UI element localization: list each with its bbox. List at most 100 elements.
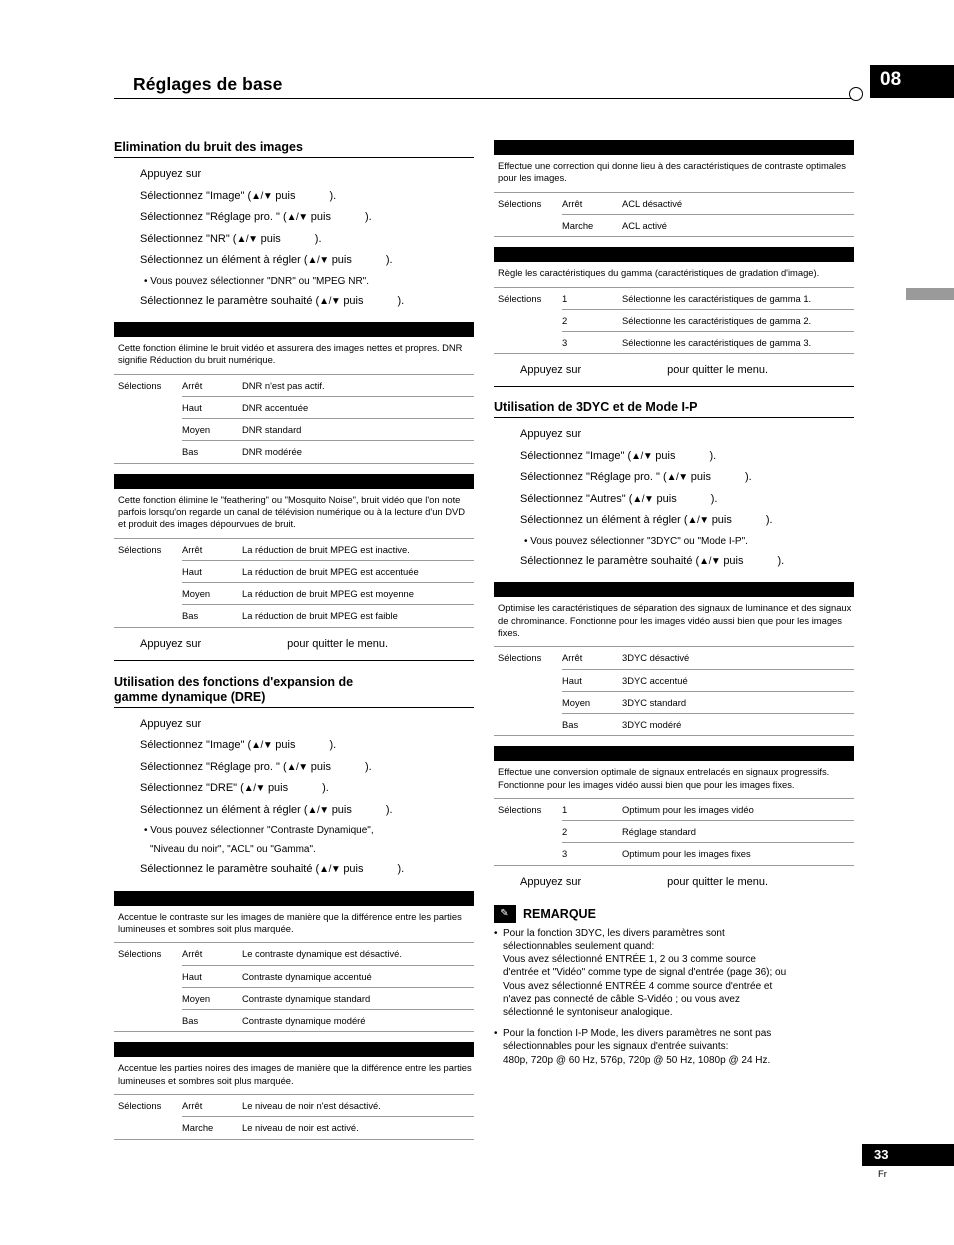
step-item: Appuyez sur	[140, 168, 202, 180]
table-caption-bar-ip-mode	[494, 746, 854, 762]
step-item: Sélectionnez "Image" (▲/▼ puis).	[520, 449, 717, 462]
option-description: Sélectionne les caractéristiques de gamm…	[622, 286, 854, 310]
option-name: Arrêt	[562, 646, 622, 670]
step-item: Sélectionnez le paramètre souhaité (▲/▼ …	[140, 863, 405, 876]
option-description: Contraste dynamique standard	[242, 987, 474, 1011]
option-description: Optimum pour les images fixes	[622, 842, 854, 866]
option-description: ACL activé	[622, 214, 854, 238]
option-description: Réglage standard	[622, 820, 854, 844]
table-caption-bar-acl	[494, 140, 854, 155]
table-col-header-selections: Sélections	[494, 646, 562, 737]
table-description-dynamic-contrast: Accentue le contraste sur les images de …	[118, 910, 462, 935]
table-col-header-selections: Sélections	[114, 537, 182, 628]
up-down-arrow-icon: ▲/▼	[286, 761, 309, 773]
option-description: La réduction de bruit MPEG est inactive.	[242, 537, 474, 562]
option-description: 3DYC standard	[622, 691, 854, 715]
section-rule	[494, 417, 854, 419]
step-item: Sélectionnez "DRE" (▲/▼ puis).	[140, 782, 329, 795]
section-title-3dyc-ip: Utilisation de 3DYC et de Mode I-P	[494, 400, 698, 415]
option-description: DNR n'est pas actif.	[242, 373, 474, 398]
section-rule	[114, 706, 474, 708]
table-col-header-selections: Sélections	[114, 942, 182, 1033]
options-table-dnr: Sélections Arrêt DNR n'est pas actif. Ha…	[114, 373, 474, 464]
option-description: DNR standard	[242, 418, 474, 442]
table-caption-bar-dnr	[114, 322, 474, 337]
option-description: ACL désactivé	[622, 191, 854, 216]
step-note: • Vous pouvez sélectionner "DNR" ou "MPE…	[144, 275, 370, 287]
step-item: Sélectionnez un élément à régler (▲/▼ pu…	[520, 514, 773, 527]
section-title-dre: Utilisation des fonctions d'expansion de…	[114, 674, 354, 704]
table-col-header-selections: Sélections	[494, 286, 562, 355]
step-item: Sélectionnez le paramètre souhaité (▲/▼ …	[520, 554, 785, 567]
up-down-arrow-icon: ▲/▼	[699, 555, 721, 567]
exit-instruction-1: Appuyez sur pour quitter le menu.	[140, 637, 389, 650]
option-description: Sélectionne les caractéristiques de gamm…	[622, 309, 854, 333]
up-down-arrow-icon: ▲/▼	[251, 190, 273, 202]
options-table-gamma: Sélections 1 Sélectionne les caractérist…	[494, 286, 854, 355]
table-description-gamma: Règle les caractéristiques du gamma (car…	[498, 267, 820, 279]
section-divider	[494, 386, 854, 388]
option-description: Optimum pour les images vidéo	[622, 798, 854, 822]
option-description: Le contraste dynamique est désactivé.	[242, 942, 474, 966]
side-tab-marker	[906, 288, 954, 300]
table-col-header-selections: Sélections	[114, 1094, 182, 1140]
option-description: 3DYC désactivé	[622, 646, 854, 670]
up-down-arrow-icon: ▲/▼	[319, 864, 341, 876]
note-header: ✎ REMARQUE	[494, 904, 854, 923]
option-name: 1	[562, 798, 622, 822]
up-down-arrow-icon: ▲/▼	[632, 493, 654, 505]
option-name: Arrêt	[182, 373, 242, 398]
up-down-arrow-icon: ▲/▼	[243, 783, 266, 795]
steps-list-3dyc: Appuyez sur Sélectionnez "Image" (▲/▼ pu…	[520, 424, 854, 572]
option-description: La réduction de bruit MPEG est faible	[242, 604, 474, 628]
table-row: Sélections Arrêt La réduction de bruit M…	[114, 537, 474, 628]
step-item: Appuyez sur	[520, 428, 582, 441]
options-table-mpeg-nr: Sélections Arrêt La réduction de bruit M…	[114, 537, 474, 628]
option-name: 2	[562, 309, 622, 333]
header-rule	[114, 98, 854, 99]
table-col-header-selections: Sélections	[114, 373, 182, 464]
option-description: 3DYC accentué	[622, 669, 854, 692]
option-name: Arrêt	[182, 1094, 242, 1118]
steps-list-dre: Appuyez sur Sélectionnez "Image" (▲/▼ pu…	[140, 714, 474, 881]
option-description: DNR accentuée	[242, 396, 474, 420]
chapter-number: 08	[880, 69, 902, 90]
chapter-number-badge: 08	[870, 65, 954, 98]
page-number: 33	[874, 1147, 889, 1162]
up-down-arrow-icon: ▲/▼	[307, 804, 330, 816]
language-code: Fr	[878, 1169, 887, 1180]
step-note-continued: "Niveau du noir", "ACL" ou "Gamma".	[150, 844, 316, 856]
step-note: • Vous pouvez sélectionner "3DYC" ou "Mo…	[524, 535, 748, 547]
option-description: Le niveau de noir n'est désactivé.	[242, 1094, 474, 1118]
table-caption-bar-3dyc	[494, 582, 854, 598]
option-name: Bas	[182, 1009, 242, 1033]
up-down-arrow-icon: ▲/▼	[687, 515, 710, 527]
exit-instruction-3: Appuyez sur pour quitter le menu.	[520, 875, 769, 888]
option-name: 3	[562, 331, 622, 355]
table-caption-bar-black-level	[114, 1042, 474, 1058]
step-item: Sélectionnez "Réglage pro. " (▲/▼ puis).	[140, 211, 372, 223]
notes-list: Pour la fonction 3DYC, les divers paramè…	[494, 927, 854, 1067]
step-item: Sélectionnez un élément à régler (▲/▼ pu…	[140, 803, 393, 816]
table-description-acl: Effectue une correction qui donne lieu à…	[498, 160, 846, 184]
section-divider	[114, 659, 474, 661]
option-name: Marche	[562, 214, 622, 238]
option-name: Moyen	[182, 418, 242, 442]
option-description: La réduction de bruit MPEG est moyenne	[242, 582, 474, 606]
page-number-badge: 33	[862, 1144, 954, 1166]
right-column: Effectue une correction qui donne lieu à…	[494, 140, 854, 1075]
step-item: Sélectionnez "NR" (▲/▼ puis).	[140, 232, 322, 245]
step-item: Sélectionnez "Réglage pro. " (▲/▼ puis).	[520, 471, 752, 484]
step-item: Sélectionnez "Autres" (▲/▼ puis).	[520, 492, 718, 505]
option-name: Bas	[182, 440, 242, 464]
up-down-arrow-icon: ▲/▼	[236, 233, 258, 245]
options-table-dynamic-contrast: Sélections Arrêt Le contraste dynamique …	[114, 942, 474, 1033]
option-name: Moyen	[182, 582, 242, 606]
pencil-glyph: ✎	[500, 907, 509, 919]
step-item: Sélectionnez le paramètre souhaité (▲/▼ …	[140, 294, 405, 307]
up-down-arrow-icon: ▲/▼	[631, 450, 653, 462]
table-description-3dyc: Optimise les caractéristiques de séparat…	[498, 602, 852, 639]
option-name: Arrêt	[182, 537, 242, 562]
table-row: Sélections Arrêt ACL désactivé	[494, 191, 854, 238]
table-row: Sélections Arrêt 3DYC désactivé	[494, 646, 854, 737]
